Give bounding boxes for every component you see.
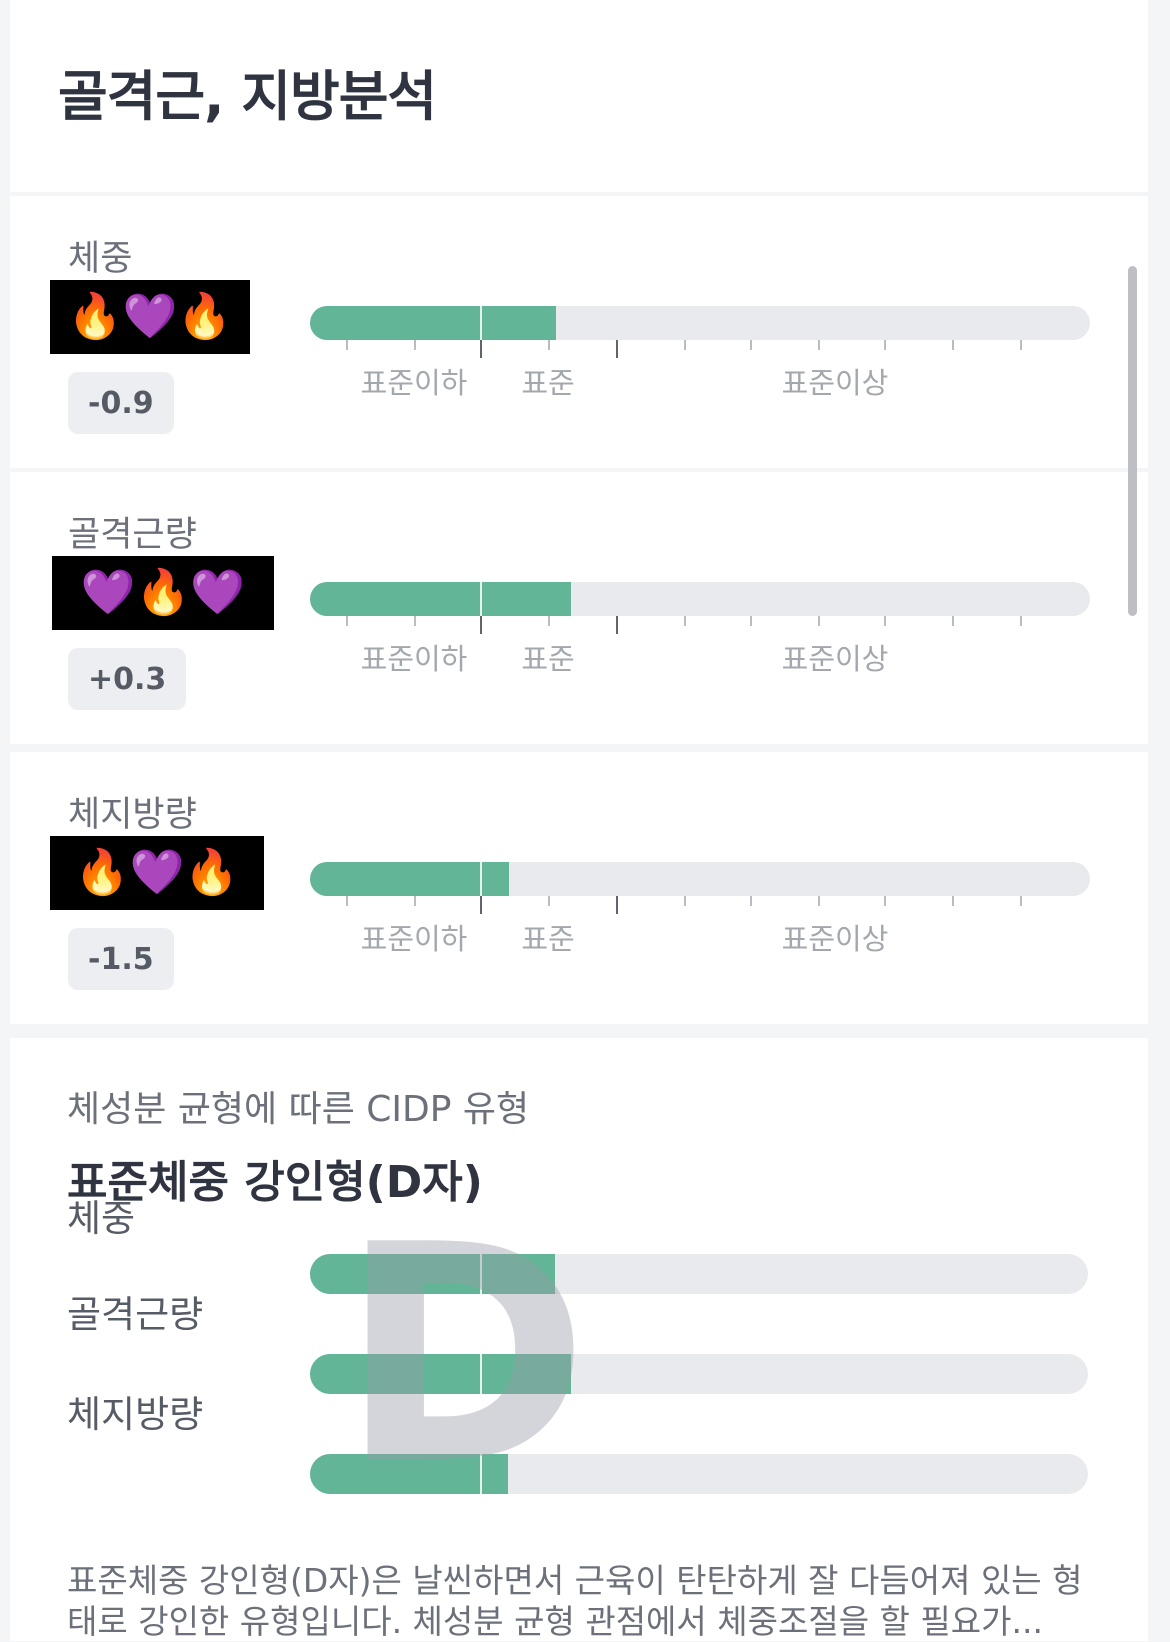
gauge-zone-label: 표준	[521, 922, 575, 956]
gauge-tick	[952, 616, 954, 626]
gauge-tick	[414, 896, 416, 906]
gauge-tick	[818, 340, 820, 350]
title-card: 골격근, 지방분석	[10, 0, 1148, 192]
metric-label: 체지방량	[68, 795, 197, 835]
gauge-zone-label: 표준이상	[781, 366, 889, 400]
metric-card-muscle: 골격근량 💜🔥💜 +0.3 표준이하 표준 표준이상	[10, 472, 1148, 744]
gauge-tick	[750, 896, 752, 906]
cidp-letter-d: D	[340, 1181, 590, 1530]
gauge-tick	[548, 616, 550, 626]
gauge-track	[310, 582, 1090, 616]
gauge-zone-label: 표준이상	[781, 642, 889, 676]
gauge-tick	[1020, 616, 1022, 626]
delta-badge: +0.3	[68, 648, 187, 710]
gauge-zone-label: 표준	[521, 366, 575, 400]
metric-card-fat: 체지방량 🔥💜🔥 -1.5 표준이하 표준 표준이상	[10, 752, 1148, 1024]
gauge: 표준이하 표준 표준이상	[310, 306, 1090, 416]
gauge-tick	[884, 896, 886, 906]
gauge-fill	[310, 306, 556, 340]
gauge-tick	[884, 616, 886, 626]
gauge-major-tick	[480, 896, 482, 914]
gauge-zone-label: 표준이하	[360, 922, 468, 956]
gauge-tick	[346, 616, 348, 626]
gauge-track	[310, 862, 1090, 896]
delta-badge: -0.9	[68, 372, 174, 434]
cidp-row-label: 체지방량	[67, 1393, 204, 1436]
gauge-average-line	[480, 862, 482, 896]
gauge-zone-label: 표준이하	[360, 642, 468, 676]
gauge-tick	[548, 896, 550, 906]
gauge-zone-label: 표준	[521, 642, 575, 676]
cidp-row-label: 체중	[67, 1197, 136, 1240]
gauge-major-tick	[616, 616, 618, 634]
gauge-tick	[884, 340, 886, 350]
gauge-tick	[818, 616, 820, 626]
gauge-zone-label: 표준이하	[360, 366, 468, 400]
cidp-type-card: 체성분 균형에 따른 CIDP 유형 표준체중 강인형(D자) 체중 골격근량 …	[10, 1038, 1148, 1641]
gauge: 표준이하 표준 표준이상	[310, 582, 1090, 692]
gauge-tick	[414, 616, 416, 626]
gauge-fill	[310, 582, 572, 616]
gauge-major-tick	[480, 616, 482, 634]
gauge-tick	[952, 340, 954, 350]
gauge-zone-label: 표준이상	[781, 922, 889, 956]
cidp-subtitle: 체성분 균형에 따른 CIDP 유형	[67, 1089, 530, 1130]
scrollbar[interactable]	[1128, 266, 1137, 616]
gauge-tick	[1020, 896, 1022, 906]
page-title: 골격근, 지방분석	[58, 65, 437, 128]
cidp-description: 표준체중 강인형(D자)은 날씬하면서 근육이 탄탄하게 잘 다듬어져 있는 형…	[67, 1561, 1083, 1641]
gauge-tick	[346, 340, 348, 350]
gauge-tick	[684, 896, 686, 906]
emoji-sticker: 🔥💜🔥	[50, 836, 264, 910]
gauge-tick	[684, 340, 686, 350]
metric-label: 체중	[68, 239, 133, 279]
gauge: 표준이하 표준 표준이상	[310, 862, 1090, 972]
metric-card-weight: 체중 🔥💜🔥 -0.9 표준이하 표준 표준이상	[10, 196, 1148, 468]
gauge-tick	[750, 340, 752, 350]
cidp-row-label: 골격근량	[67, 1293, 204, 1336]
gauge-tick	[750, 616, 752, 626]
gauge-tick	[1020, 340, 1022, 350]
emoji-sticker: 🔥💜🔥	[50, 280, 250, 354]
emoji-sticker: 💜🔥💜	[52, 556, 274, 630]
gauge-tick	[818, 896, 820, 906]
metric-label: 골격근량	[68, 515, 197, 555]
gauge-major-tick	[480, 340, 482, 358]
delta-badge: -1.5	[68, 928, 174, 990]
gauge-track	[310, 306, 1090, 340]
gauge-tick	[346, 896, 348, 906]
gauge-tick	[414, 340, 416, 350]
gauge-average-line	[480, 582, 482, 616]
gauge-tick	[952, 896, 954, 906]
gauge-major-tick	[616, 896, 618, 914]
gauge-average-line	[480, 306, 482, 340]
gauge-tick	[684, 616, 686, 626]
gauge-major-tick	[616, 340, 618, 358]
gauge-tick	[548, 340, 550, 350]
